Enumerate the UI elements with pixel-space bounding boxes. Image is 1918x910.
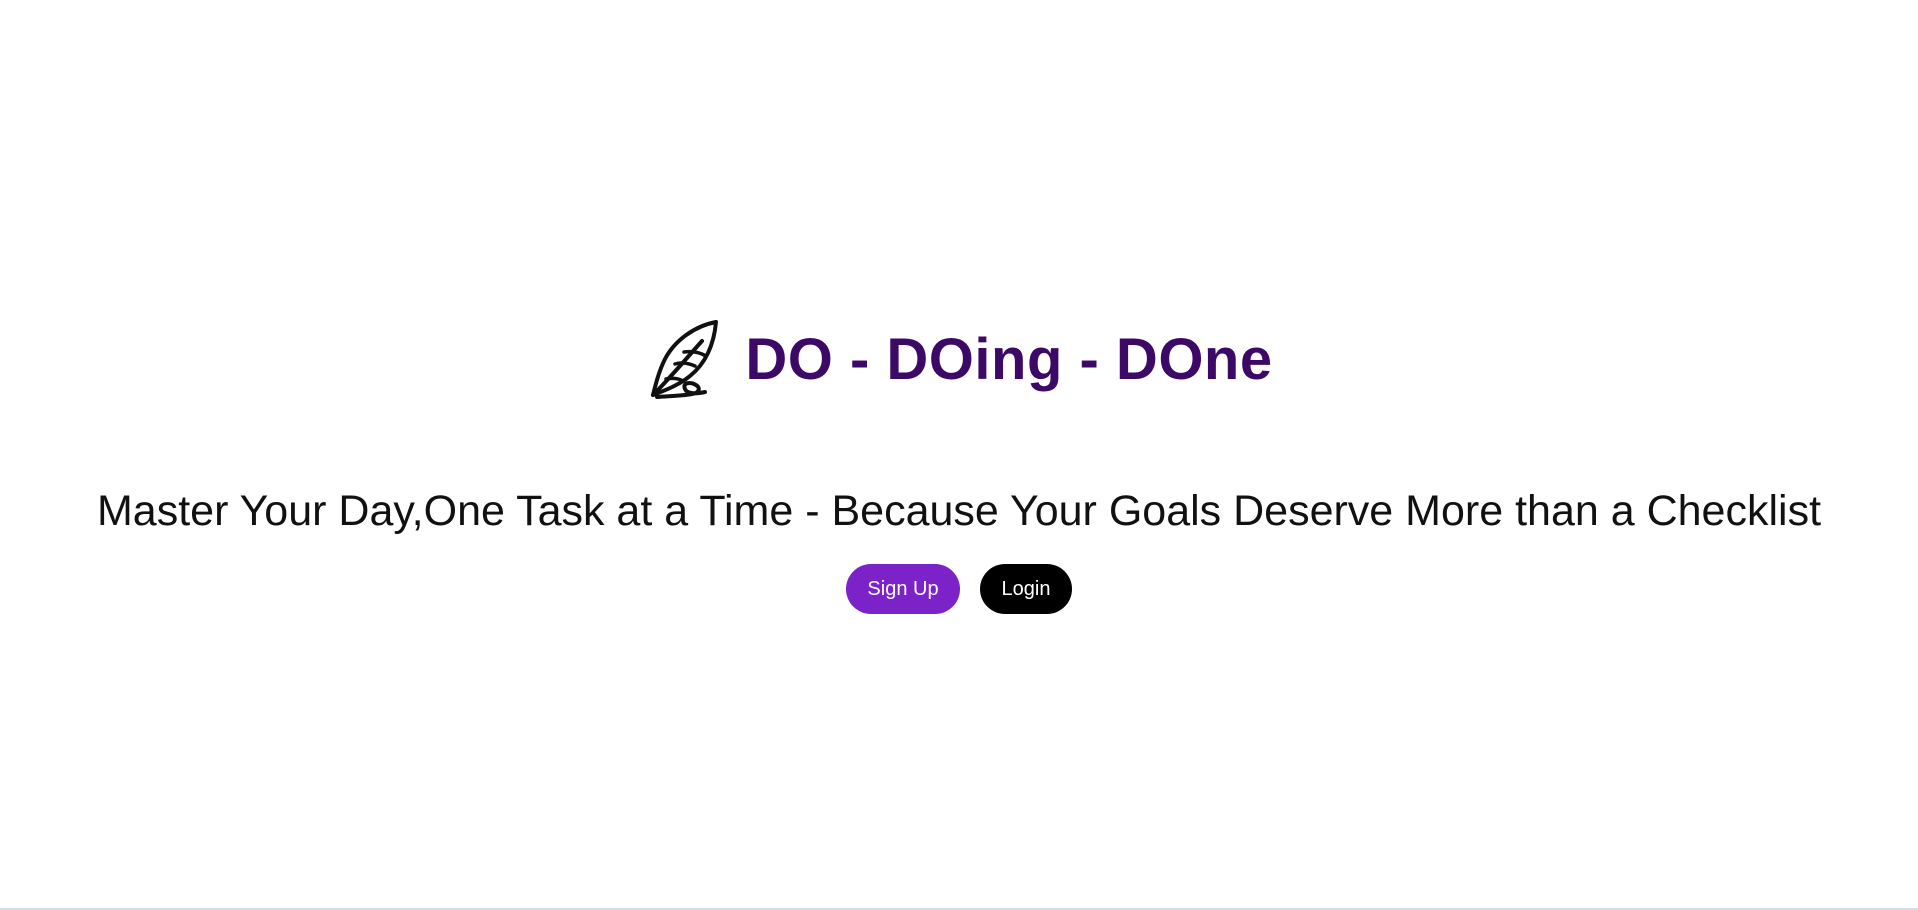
- sign-up-button[interactable]: Sign Up: [846, 564, 960, 614]
- auth-actions: Sign Up Login: [0, 564, 1918, 614]
- feather-quill-icon: [651, 319, 719, 399]
- brand-header: DO - DOing - DOne: [0, 292, 1918, 428]
- hero-tagline: Master Your Day,One Task at a Time - Bec…: [96, 487, 1822, 535]
- app-title: DO - DOing - DOne: [745, 326, 1273, 392]
- login-button[interactable]: Login: [980, 564, 1072, 614]
- landing-hero: DO - DOing - DOne Master Your Day,One Ta…: [0, 0, 1918, 910]
